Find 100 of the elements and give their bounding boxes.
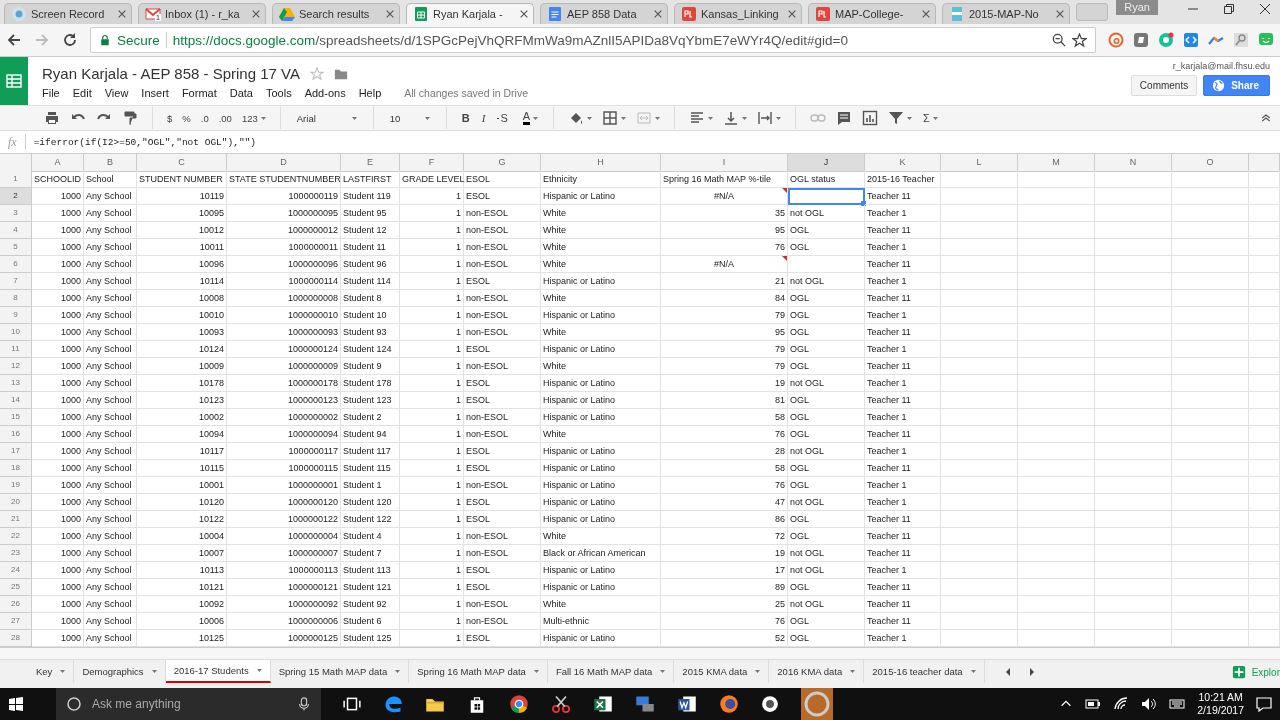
notifications-icon[interactable]: [1256, 696, 1272, 712]
extension-icon[interactable]: [1133, 32, 1149, 48]
row-header[interactable]: 27: [0, 613, 32, 630]
toolbar-button[interactable]: [886, 110, 915, 126]
column-header[interactable]: N: [1095, 154, 1172, 172]
sheets-logo[interactable]: [0, 57, 28, 105]
close-icon[interactable]: [787, 9, 797, 19]
row-header[interactable]: 5: [0, 239, 32, 256]
column-header[interactable]: H: [541, 154, 661, 172]
column-header[interactable]: K: [865, 154, 941, 172]
horizontal-scrollbar[interactable]: [0, 647, 1280, 659]
close-icon[interactable]: [921, 9, 931, 19]
row-header[interactable]: 9: [0, 307, 32, 324]
sheet-tab[interactable]: 2016-17 Students: [165, 660, 271, 683]
toolbar-button[interactable]: [600, 110, 629, 126]
sheet-tab[interactable]: 2015 KMA data: [674, 660, 770, 683]
row-header[interactable]: 24: [0, 562, 32, 579]
column-header[interactable]: J: [788, 154, 865, 172]
firefox-icon[interactable]: [719, 694, 739, 714]
sheet-tab[interactable]: Key: [28, 660, 75, 683]
spreadsheet-app-icon[interactable]: [593, 694, 613, 714]
sheet-tab[interactable]: Spring 16 Math MAP data: [409, 660, 548, 683]
browser-tab[interactable]: Kansas_Linking: [674, 3, 802, 24]
record-icon[interactable]: [761, 695, 779, 713]
wifi-icon[interactable]: [1113, 696, 1130, 712]
row-header[interactable]: 14: [0, 392, 32, 409]
column-header[interactable]: O: [1172, 154, 1249, 172]
edge-icon[interactable]: [383, 694, 403, 714]
back-icon[interactable]: [6, 32, 22, 48]
sheet-tab[interactable]: 2015-16 teacher data: [864, 660, 985, 683]
borders-icon[interactable]: [602, 110, 619, 126]
format-button[interactable]: B: [458, 112, 473, 124]
close-icon[interactable]: [653, 9, 663, 19]
row-header[interactable]: 15: [0, 409, 32, 426]
close-icon[interactable]: [117, 9, 127, 19]
format-button[interactable]: $: [165, 112, 175, 124]
browser-tab[interactable]: MAP-College-: [808, 3, 936, 24]
wrap-icon[interactable]: [757, 110, 774, 126]
extension-icon[interactable]: [1183, 32, 1199, 48]
column-header[interactable]: A: [32, 154, 84, 172]
menu-item[interactable]: Format: [181, 87, 225, 99]
row-header[interactable]: 4: [0, 222, 32, 239]
column-header[interactable]: E: [341, 154, 400, 172]
format-button[interactable]: I: [478, 112, 489, 124]
column-header[interactable]: M: [1018, 154, 1095, 172]
collapse-icon[interactable]: [1260, 112, 1272, 124]
sheet-tab[interactable]: Demographics: [74, 660, 166, 683]
sheet-tab[interactable]: Fall 16 Math MAP data: [547, 660, 675, 683]
restore-icon[interactable]: [1224, 4, 1234, 14]
column-header[interactable]: D: [227, 154, 341, 172]
zoom-out-icon[interactable]: [1052, 33, 1066, 47]
browser-tab[interactable]: AEP 858 Data: [540, 3, 668, 24]
sheet-tab[interactable]: Spring 15 Math MAP data: [270, 660, 410, 683]
format-button[interactable]: %: [180, 112, 193, 124]
document-title[interactable]: Ryan Karjala - AEP 858 - Spring 17 VA: [42, 65, 300, 82]
row-header[interactable]: 18: [0, 460, 32, 477]
format-button[interactable]: 123: [239, 112, 268, 124]
toolbar-dropdown[interactable]: 10: [385, 112, 434, 124]
column-header[interactable]: G: [464, 154, 541, 172]
battery-icon[interactable]: [1085, 696, 1102, 712]
align-icon[interactable]: [689, 110, 706, 126]
row-header[interactable]: 3: [0, 205, 32, 222]
row-header[interactable]: 26: [0, 596, 32, 613]
format-button[interactable]: .0: [198, 112, 211, 124]
formula-input[interactable]: =iferror(if(I2>=50,"OGL","not OGL"),""): [33, 136, 256, 148]
row-header[interactable]: 16: [0, 426, 32, 443]
column-header[interactable]: L: [941, 154, 1018, 172]
format-button[interactable]: .00: [216, 112, 234, 124]
menu-item[interactable]: Data: [229, 87, 261, 99]
close-icon[interactable]: [251, 9, 261, 19]
row-header[interactable]: 11: [0, 341, 32, 358]
word-app-icon[interactable]: [677, 694, 697, 714]
format-button[interactable]: A: [519, 111, 542, 125]
row-header[interactable]: 19: [0, 477, 32, 494]
menu-item[interactable]: Tools: [265, 87, 300, 99]
close-icon[interactable]: [519, 9, 529, 19]
row-header[interactable]: 28: [0, 630, 32, 647]
column-header[interactable]: C: [137, 154, 227, 172]
sheet-tab[interactable]: 2016 KMA data: [769, 660, 865, 683]
row-header[interactable]: 13: [0, 375, 32, 392]
row-header[interactable]: 7: [0, 273, 32, 290]
row-header[interactable]: 6: [0, 256, 32, 273]
toolbar-button[interactable]: [755, 110, 784, 126]
taskbar-clock[interactable]: 10:21 AM 2/19/2017: [1197, 691, 1244, 717]
selected-cell[interactable]: [788, 188, 865, 205]
row-header[interactable]: 1: [0, 171, 32, 188]
menu-item[interactable]: Edit: [72, 87, 100, 99]
speaker-icon[interactable]: [1141, 696, 1158, 712]
close-icon[interactable]: [1055, 9, 1065, 19]
menu-item[interactable]: View: [104, 87, 137, 99]
save-status[interactable]: All changes saved in Drive: [404, 87, 528, 99]
row-header[interactable]: 8: [0, 290, 32, 307]
filter-icon[interactable]: [888, 110, 905, 126]
network-icon[interactable]: [635, 694, 655, 714]
column-header[interactable]: F: [400, 154, 464, 172]
extension-icon[interactable]: [1158, 32, 1174, 48]
account-email[interactable]: r_karjala@mail.fhsu.edu: [1172, 61, 1270, 71]
chrome-icon[interactable]: [509, 694, 529, 714]
share-button[interactable]: Share: [1203, 75, 1270, 96]
reload-icon[interactable]: [62, 32, 78, 48]
